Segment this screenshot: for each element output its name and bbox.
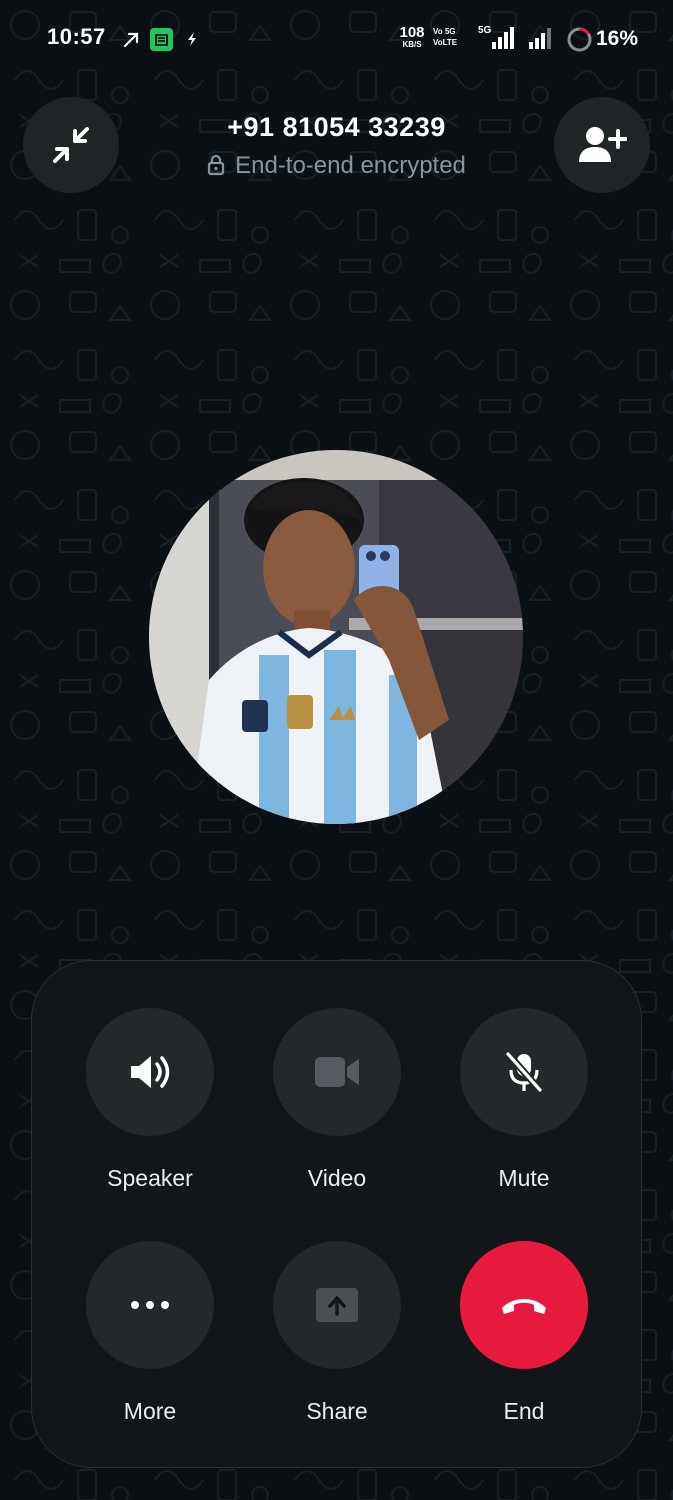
volte-indicator: Vo 5G VoLTE <box>433 27 458 47</box>
speaker-button[interactable] <box>86 1008 214 1136</box>
speaker-label: Speaker <box>107 1165 193 1191</box>
share-label: Share <box>306 1398 368 1424</box>
end-label: End <box>503 1398 545 1424</box>
add-participant-icon <box>579 127 627 162</box>
signal-strength-icon <box>492 27 514 49</box>
arrow-up-right-icon <box>123 32 139 48</box>
battery-percent: 16% <box>596 27 639 50</box>
contact-avatar <box>149 450 523 824</box>
network-speed: 108 KB/S <box>399 24 425 49</box>
video-camera-icon <box>315 1057 359 1087</box>
end-call-button[interactable] <box>460 1241 588 1369</box>
video-button[interactable] <box>273 1008 401 1136</box>
mute-button[interactable] <box>460 1008 588 1136</box>
mute-label: Mute <box>498 1165 550 1191</box>
mic-off-icon <box>505 1051 543 1093</box>
signal-strength-2-icon <box>529 28 551 49</box>
battery-ring-icon <box>567 27 592 52</box>
app-notification-icon <box>150 28 173 51</box>
end-call-icon <box>502 1299 546 1314</box>
speaker-icon <box>131 1056 170 1088</box>
contact-photo <box>149 450 523 824</box>
encryption-text: End-to-end encrypted <box>235 152 466 179</box>
more-label: More <box>123 1398 177 1424</box>
video-label: Video <box>307 1165 367 1191</box>
more-dots-icon <box>131 1301 169 1309</box>
status-time: 10:57 <box>47 24 106 49</box>
share-screen-icon <box>316 1288 358 1322</box>
status-bar: 10:57 108 KB/S Vo 5G VoLTE 5G 16% <box>0 0 673 80</box>
more-button[interactable] <box>86 1241 214 1369</box>
share-button[interactable] <box>273 1241 401 1369</box>
flash-icon <box>188 32 196 46</box>
lock-icon <box>207 154 225 176</box>
add-participant-button[interactable] <box>554 97 650 193</box>
